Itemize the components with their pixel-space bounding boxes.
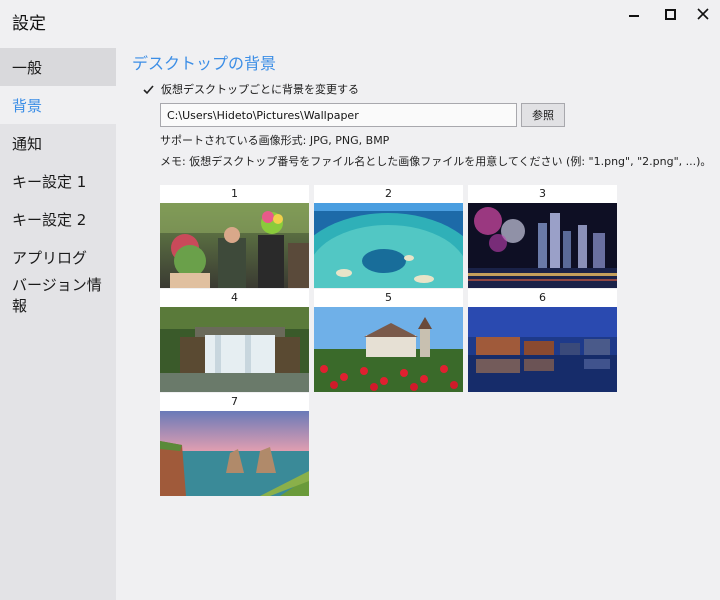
wallpaper-number: 4: [160, 289, 309, 307]
sidebar-item-key-settings-2[interactable]: キー設定 2: [0, 200, 116, 238]
wallpaper-thumbnail[interactable]: 3: [468, 185, 617, 293]
night-harbour-image: [468, 307, 617, 392]
checkbox-label: 仮想デスクトップごとに背景を変更する: [161, 83, 359, 96]
flower-field-image: [314, 307, 463, 392]
wallpaper-thumbnail[interactable]: 5: [314, 289, 463, 397]
sidebar-item-label: キー設定 2: [12, 210, 87, 229]
maximize-button[interactable]: [653, 0, 687, 28]
page-title: デスクトップの背景: [132, 54, 277, 73]
sidebar-item-key-settings-1[interactable]: キー設定 1: [0, 162, 116, 200]
title-bar: 設定: [0, 0, 720, 40]
sidebar-item-label: 通知: [12, 134, 43, 153]
browse-button[interactable]: 参照: [521, 103, 565, 127]
sidebar-item-label: 一般: [12, 58, 43, 77]
sidebar-item-label: バージョン情報: [12, 276, 102, 315]
wallpaper-thumbnail[interactable]: 7: [160, 393, 309, 501]
festival-crowd-image: [160, 203, 309, 288]
wallpaper-number: 7: [160, 393, 309, 411]
sidebar-item-app-log[interactable]: アプリログ: [0, 238, 116, 276]
reef-atoll-image: [314, 203, 463, 288]
sidebar-item-notification[interactable]: 通知: [0, 124, 116, 162]
close-icon: [697, 8, 709, 20]
coastal-cliffs-image: [160, 411, 309, 496]
sidebar-item-label: アプリログ: [12, 248, 88, 267]
wallpaper-number: 6: [468, 289, 617, 307]
wallpaper-thumbnail[interactable]: 2: [314, 185, 463, 293]
sidebar-item-label: キー設定 1: [12, 172, 87, 191]
wallpaper-thumbnail[interactable]: 1: [160, 185, 309, 293]
window-title: 設定: [12, 14, 46, 34]
wallpaper-number: 1: [160, 185, 309, 203]
per-desktop-background-option[interactable]: 仮想デスクトップごとに背景を変更する: [142, 81, 359, 97]
close-button[interactable]: [686, 0, 720, 28]
sidebar-item-background[interactable]: 背景: [0, 86, 116, 124]
minimize-icon: [629, 15, 639, 17]
wallpaper-thumbnail[interactable]: 6: [468, 289, 617, 397]
sidebar-item-general[interactable]: 一般: [0, 48, 116, 86]
main-panel: デスクトップの背景 仮想デスクトップごとに背景を変更する 参照 サポートされてい…: [116, 40, 720, 600]
fireworks-city-image: [468, 203, 617, 288]
checkbox-checked-icon[interactable]: [142, 83, 155, 96]
wallpaper-number: 2: [314, 185, 463, 203]
sidebar-item-label: 背景: [12, 96, 43, 115]
wallpaper-number: 3: [468, 185, 617, 203]
maximize-icon: [664, 8, 676, 20]
minimize-button[interactable]: [617, 0, 651, 28]
supported-formats-text: サポートされている画像形式: JPG, PNG, BMP: [160, 134, 390, 147]
sidebar: 一般 背景 通知 キー設定 1 キー設定 2 アプリログ バージョン情報: [0, 48, 116, 600]
waterfall-image: [160, 307, 309, 392]
memo-text: メモ: 仮想デスクトップ番号をファイル名とした画像ファイルを用意してください (…: [160, 155, 712, 168]
wallpaper-folder-input[interactable]: [160, 103, 517, 127]
wallpaper-number: 5: [314, 289, 463, 307]
wallpaper-thumbnail[interactable]: 4: [160, 289, 309, 397]
sidebar-item-version-info[interactable]: バージョン情報: [0, 276, 116, 315]
